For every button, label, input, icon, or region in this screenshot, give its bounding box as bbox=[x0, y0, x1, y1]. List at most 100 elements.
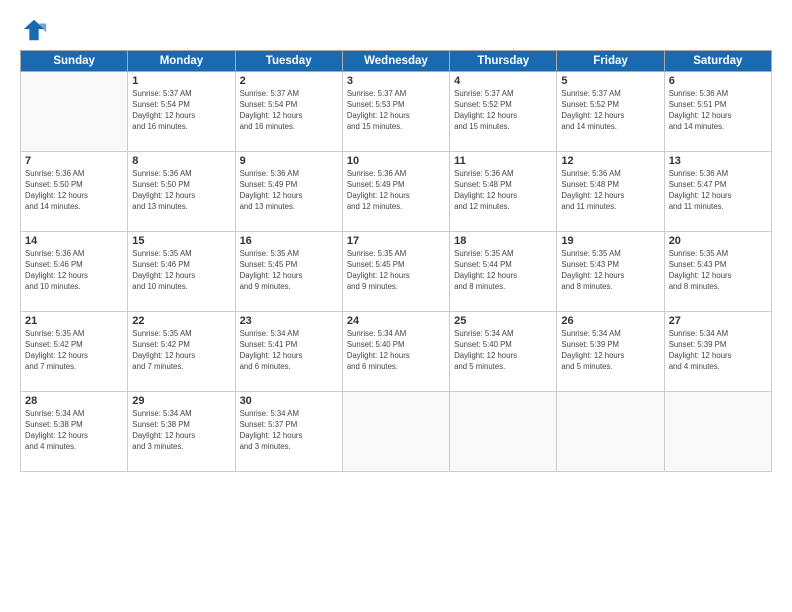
day-info: Sunrise: 5:36 AM Sunset: 5:49 PM Dayligh… bbox=[347, 169, 445, 213]
day-number: 18 bbox=[454, 235, 552, 247]
day-info: Sunrise: 5:36 AM Sunset: 5:46 PM Dayligh… bbox=[25, 249, 123, 293]
day-number: 24 bbox=[347, 315, 445, 327]
day-number: 22 bbox=[132, 315, 230, 327]
day-number: 10 bbox=[347, 155, 445, 167]
calendar-cell: 30 Sunrise: 5:34 AM Sunset: 5:37 PM Dayli… bbox=[235, 392, 342, 472]
day-info: Sunrise: 5:37 AM Sunset: 5:53 PM Dayligh… bbox=[347, 89, 445, 133]
weekday-header-row: SundayMondayTuesdayWednesdayThursdayFrid… bbox=[21, 51, 772, 72]
day-info: Sunrise: 5:36 AM Sunset: 5:50 PM Dayligh… bbox=[132, 169, 230, 213]
day-info: Sunrise: 5:35 AM Sunset: 5:45 PM Dayligh… bbox=[240, 249, 338, 293]
day-number: 11 bbox=[454, 155, 552, 167]
calendar-cell: 7 Sunrise: 5:36 AM Sunset: 5:50 PM Daylig… bbox=[21, 152, 128, 232]
calendar-cell: 5 Sunrise: 5:37 AM Sunset: 5:52 PM Daylig… bbox=[557, 72, 664, 152]
calendar-cell: 15 Sunrise: 5:35 AM Sunset: 5:46 PM Dayli… bbox=[128, 232, 235, 312]
day-number: 16 bbox=[240, 235, 338, 247]
weekday-header-thursday: Thursday bbox=[450, 51, 557, 72]
calendar-cell: 2 Sunrise: 5:37 AM Sunset: 5:54 PM Daylig… bbox=[235, 72, 342, 152]
day-number: 26 bbox=[561, 315, 659, 327]
calendar-cell: 23Sunrise: 5:34 AM Sunset: 5:41 PM Dayli… bbox=[235, 312, 342, 392]
calendar-cell: 22 Sunrise: 5:35 AM Sunset: 5:42 PM Dayli… bbox=[128, 312, 235, 392]
day-number: 27 bbox=[669, 315, 767, 327]
weekday-header-sunday: Sunday bbox=[21, 51, 128, 72]
day-info: Sunrise: 5:37 AM Sunset: 5:52 PM Dayligh… bbox=[454, 89, 552, 133]
day-number: 9 bbox=[240, 155, 338, 167]
day-number: 2 bbox=[240, 75, 338, 87]
day-info: Sunrise: 5:34 AM Sunset: 5:38 PM Dayligh… bbox=[132, 409, 230, 453]
day-info: Sunrise: 5:34 AM Sunset: 5:37 PM Dayligh… bbox=[240, 409, 338, 453]
day-info: Sunrise: 5:35 AM Sunset: 5:46 PM Dayligh… bbox=[132, 249, 230, 293]
day-info: Sunrise: 5:34 AM Sunset: 5:41 PM Dayligh… bbox=[240, 329, 338, 373]
day-number: 6 bbox=[669, 75, 767, 87]
calendar-cell: 12 Sunrise: 5:36 AM Sunset: 5:48 PM Dayli… bbox=[557, 152, 664, 232]
day-info: Sunrise: 5:35 AM Sunset: 5:43 PM Dayligh… bbox=[561, 249, 659, 293]
calendar-cell bbox=[557, 392, 664, 472]
day-info: Sunrise: 5:34 AM Sunset: 5:40 PM Dayligh… bbox=[454, 329, 552, 373]
day-number: 1 bbox=[132, 75, 230, 87]
day-info: Sunrise: 5:35 AM Sunset: 5:45 PM Dayligh… bbox=[347, 249, 445, 293]
day-number: 12 bbox=[561, 155, 659, 167]
day-info: Sunrise: 5:37 AM Sunset: 5:54 PM Dayligh… bbox=[240, 89, 338, 133]
calendar-cell: 24 Sunrise: 5:34 AM Sunset: 5:40 PM Dayli… bbox=[342, 312, 449, 392]
calendar-cell: 28 Sunrise: 5:34 AM Sunset: 5:38 PM Dayli… bbox=[21, 392, 128, 472]
calendar-cell: 19 Sunrise: 5:35 AM Sunset: 5:43 PM Dayli… bbox=[557, 232, 664, 312]
day-number: 15 bbox=[132, 235, 230, 247]
calendar-cell: 25 Sunrise: 5:34 AM Sunset: 5:40 PM Dayli… bbox=[450, 312, 557, 392]
calendar-cell: 16 Sunrise: 5:35 AM Sunset: 5:45 PM Dayli… bbox=[235, 232, 342, 312]
day-info: Sunrise: 5:37 AM Sunset: 5:52 PM Dayligh… bbox=[561, 89, 659, 133]
day-number: 20 bbox=[669, 235, 767, 247]
calendar-cell: 13Sunrise: 5:36 AM Sunset: 5:47 PM Dayli… bbox=[664, 152, 771, 232]
day-info: Sunrise: 5:35 AM Sunset: 5:43 PM Dayligh… bbox=[669, 249, 767, 293]
logo bbox=[20, 16, 52, 44]
day-info: Sunrise: 5:35 AM Sunset: 5:42 PM Dayligh… bbox=[25, 329, 123, 373]
day-info: Sunrise: 5:34 AM Sunset: 5:39 PM Dayligh… bbox=[669, 329, 767, 373]
calendar-cell: 18 Sunrise: 5:35 AM Sunset: 5:44 PM Dayli… bbox=[450, 232, 557, 312]
logo-icon bbox=[20, 16, 48, 44]
day-number: 28 bbox=[25, 395, 123, 407]
calendar-cell: 14 Sunrise: 5:36 AM Sunset: 5:46 PM Dayli… bbox=[21, 232, 128, 312]
calendar-cell: 29 Sunrise: 5:34 AM Sunset: 5:38 PM Dayli… bbox=[128, 392, 235, 472]
day-number: 7 bbox=[25, 155, 123, 167]
week-row-1: 1 Sunrise: 5:37 AM Sunset: 5:54 PM Daylig… bbox=[21, 72, 772, 152]
day-info: Sunrise: 5:36 AM Sunset: 5:48 PM Dayligh… bbox=[561, 169, 659, 213]
weekday-header-friday: Friday bbox=[557, 51, 664, 72]
header bbox=[20, 16, 772, 44]
day-info: Sunrise: 5:34 AM Sunset: 5:38 PM Dayligh… bbox=[25, 409, 123, 453]
day-info: Sunrise: 5:35 AM Sunset: 5:42 PM Dayligh… bbox=[132, 329, 230, 373]
calendar-cell bbox=[450, 392, 557, 472]
day-info: Sunrise: 5:36 AM Sunset: 5:51 PM Dayligh… bbox=[669, 89, 767, 133]
calendar-cell: 27 Sunrise: 5:34 AM Sunset: 5:39 PM Dayli… bbox=[664, 312, 771, 392]
day-info: Sunrise: 5:35 AM Sunset: 5:44 PM Dayligh… bbox=[454, 249, 552, 293]
calendar-cell: 4 Sunrise: 5:37 AM Sunset: 5:52 PM Daylig… bbox=[450, 72, 557, 152]
calendar-cell bbox=[342, 392, 449, 472]
day-number: 13 bbox=[669, 155, 767, 167]
day-number: 4 bbox=[454, 75, 552, 87]
day-number: 19 bbox=[561, 235, 659, 247]
calendar-cell: 9 Sunrise: 5:36 AM Sunset: 5:49 PM Daylig… bbox=[235, 152, 342, 232]
page: SundayMondayTuesdayWednesdayThursdayFrid… bbox=[0, 0, 792, 612]
day-number: 29 bbox=[132, 395, 230, 407]
weekday-header-saturday: Saturday bbox=[664, 51, 771, 72]
week-row-4: 21 Sunrise: 5:35 AM Sunset: 5:42 PM Dayli… bbox=[21, 312, 772, 392]
day-info: Sunrise: 5:37 AM Sunset: 5:54 PM Dayligh… bbox=[132, 89, 230, 133]
day-number: 14 bbox=[25, 235, 123, 247]
calendar-cell: 6 Sunrise: 5:36 AM Sunset: 5:51 PM Daylig… bbox=[664, 72, 771, 152]
weekday-header-tuesday: Tuesday bbox=[235, 51, 342, 72]
calendar-cell: 26Sunrise: 5:34 AM Sunset: 5:39 PM Dayli… bbox=[557, 312, 664, 392]
day-number: 8 bbox=[132, 155, 230, 167]
calendar-cell bbox=[664, 392, 771, 472]
calendar-cell bbox=[21, 72, 128, 152]
day-number: 30 bbox=[240, 395, 338, 407]
day-info: Sunrise: 5:34 AM Sunset: 5:40 PM Dayligh… bbox=[347, 329, 445, 373]
weekday-header-wednesday: Wednesday bbox=[342, 51, 449, 72]
calendar-cell: 8 Sunrise: 5:36 AM Sunset: 5:50 PM Daylig… bbox=[128, 152, 235, 232]
day-number: 25 bbox=[454, 315, 552, 327]
day-info: Sunrise: 5:36 AM Sunset: 5:50 PM Dayligh… bbox=[25, 169, 123, 213]
calendar-cell: 20 Sunrise: 5:35 AM Sunset: 5:43 PM Dayli… bbox=[664, 232, 771, 312]
day-number: 5 bbox=[561, 75, 659, 87]
weekday-header-monday: Monday bbox=[128, 51, 235, 72]
calendar: SundayMondayTuesdayWednesdayThursdayFrid… bbox=[20, 50, 772, 472]
day-info: Sunrise: 5:36 AM Sunset: 5:49 PM Dayligh… bbox=[240, 169, 338, 213]
calendar-cell: 3Sunrise: 5:37 AM Sunset: 5:53 PM Daylig… bbox=[342, 72, 449, 152]
week-row-3: 14 Sunrise: 5:36 AM Sunset: 5:46 PM Dayli… bbox=[21, 232, 772, 312]
day-number: 21 bbox=[25, 315, 123, 327]
